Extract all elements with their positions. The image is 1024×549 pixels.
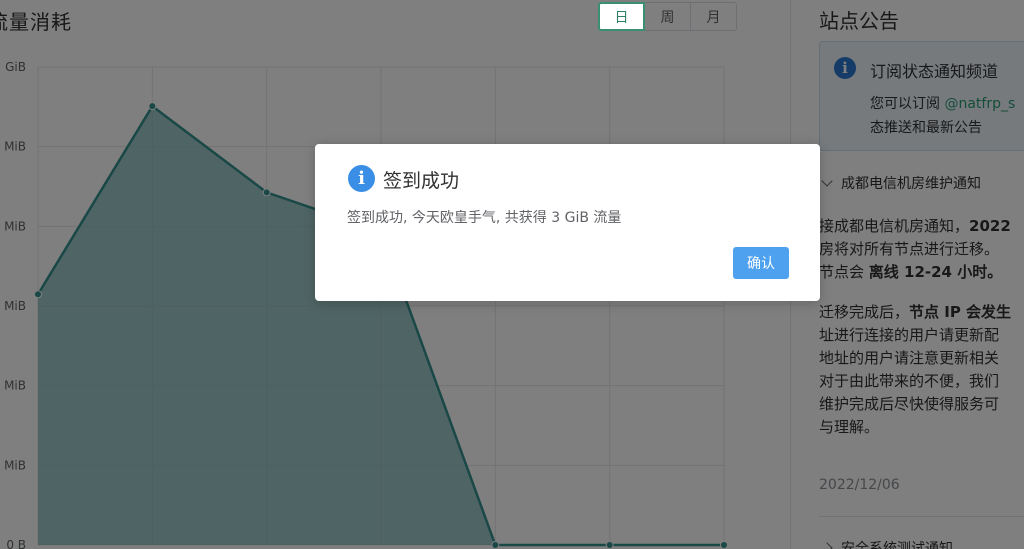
info-icon: i	[348, 165, 375, 192]
dialog-title: 签到成功	[383, 170, 460, 192]
range-day-button[interactable]: 日	[598, 2, 645, 31]
app-root: 流量消耗 日 周 月 GiBMiBMiBMiBMiBMiB0 B 站点公告 i …	[0, 0, 1024, 549]
checkin-success-dialog: i 签到成功 签到成功, 今天欧皇手气, 共获得 3 GiB 流量 确认	[315, 144, 820, 301]
dialog-message: 签到成功, 今天欧皇手气, 共获得 3 GiB 流量	[347, 210, 622, 226]
confirm-button[interactable]: 确认	[733, 247, 789, 279]
